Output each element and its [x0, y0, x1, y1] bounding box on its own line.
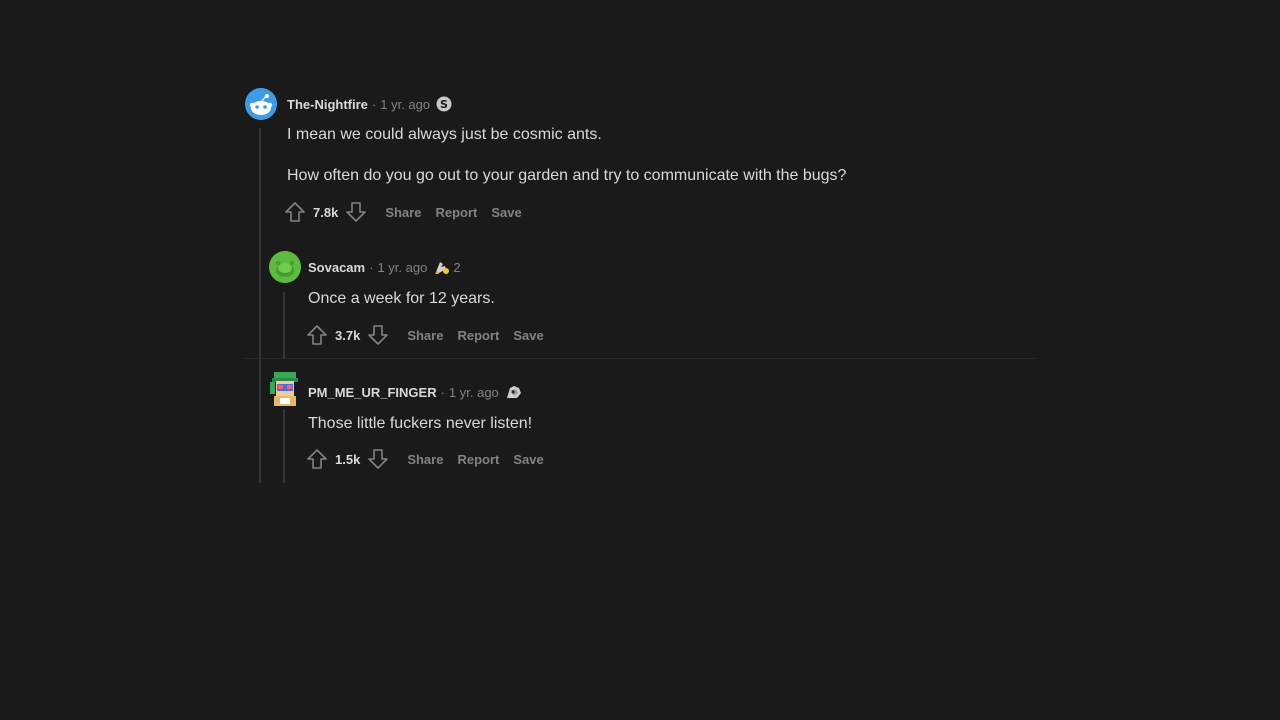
- share-button[interactable]: Share: [385, 205, 421, 220]
- award[interactable]: [505, 384, 523, 400]
- award[interactable]: S: [436, 96, 452, 112]
- comment-meta: Sovacam · 1 yr. ago 2: [308, 259, 461, 275]
- upvote-arrow-icon: [307, 449, 327, 469]
- save-button[interactable]: Save: [513, 452, 543, 467]
- downvote-arrow-icon: [346, 202, 367, 222]
- meta-separator: ·: [369, 259, 374, 275]
- award[interactable]: 2: [433, 259, 461, 275]
- comment-body-paragraph: How often do you go out to your garden a…: [287, 167, 847, 184]
- timestamp[interactable]: 1 yr. ago: [377, 260, 427, 275]
- upvote-button[interactable]: [305, 323, 329, 347]
- comment-body-paragraph: Once a week for 12 years.: [308, 290, 495, 307]
- save-button[interactable]: Save: [513, 328, 543, 343]
- timestamp[interactable]: 1 yr. ago: [449, 385, 499, 400]
- upvote-arrow-icon: [307, 325, 327, 345]
- comment-body-paragraph: I mean we could always just be cosmic an…: [287, 126, 602, 143]
- vote-score: 1.5k: [335, 451, 361, 467]
- comment-meta: PM_ME_UR_FINGER · 1 yr. ago: [308, 384, 523, 400]
- snoo-avatar-icon: [245, 88, 277, 120]
- helpful-award-icon: [506, 386, 521, 398]
- upvote-button[interactable]: [305, 447, 329, 471]
- timestamp[interactable]: 1 yr. ago: [380, 97, 430, 112]
- silver-s-award-icon: S: [436, 96, 452, 112]
- meta-separator: ·: [371, 96, 377, 112]
- upvote-button[interactable]: [283, 200, 307, 224]
- thread-line-reply-1[interactable]: [283, 292, 285, 358]
- thread-line-top-level[interactable]: [259, 128, 261, 483]
- comment-meta: The-Nightfire · 1 yr. ago S: [287, 96, 452, 112]
- downvote-button[interactable]: [366, 323, 390, 347]
- username[interactable]: The-Nightfire: [287, 97, 368, 112]
- award-count: 2: [453, 259, 461, 275]
- svg-text:S: S: [440, 98, 448, 111]
- report-button[interactable]: Report: [457, 328, 499, 343]
- vote-score: 3.7k: [335, 327, 361, 343]
- report-button[interactable]: Report: [435, 205, 477, 220]
- avatar[interactable]: [268, 368, 302, 408]
- report-button[interactable]: Report: [457, 452, 499, 467]
- comment-actions: 7.8k Share Report Save: [283, 200, 522, 224]
- username[interactable]: PM_ME_UR_FINGER: [308, 385, 437, 400]
- comment-thread: The-Nightfire · 1 yr. ago S I mean we co…: [0, 0, 1280, 720]
- thread-line-reply-2[interactable]: [283, 410, 285, 483]
- avatar[interactable]: [245, 88, 277, 120]
- reply-divider: [244, 358, 1036, 359]
- comment-actions: 3.7k Share Report Save: [305, 323, 544, 347]
- snoo-avatar-icon: [270, 372, 298, 406]
- downvote-button[interactable]: [366, 447, 390, 471]
- upvote-arrow-icon: [285, 202, 305, 222]
- comment-body-paragraph: Those little fuckers never listen!: [308, 415, 533, 432]
- snoo-avatar-icon: [269, 251, 301, 283]
- vote-score: 7.8k: [313, 204, 339, 220]
- avatar[interactable]: [269, 251, 301, 283]
- save-button[interactable]: Save: [491, 205, 521, 220]
- rocket-like-award-icon: [435, 262, 450, 274]
- comment-actions: 1.5k Share Report Save: [305, 447, 544, 471]
- share-button[interactable]: Share: [407, 328, 443, 343]
- username[interactable]: Sovacam: [308, 260, 365, 275]
- meta-separator: ·: [440, 384, 445, 400]
- share-button[interactable]: Share: [407, 452, 443, 467]
- downvote-arrow-icon: [368, 325, 389, 345]
- downvote-button[interactable]: [344, 200, 368, 224]
- downvote-arrow-icon: [368, 449, 389, 469]
